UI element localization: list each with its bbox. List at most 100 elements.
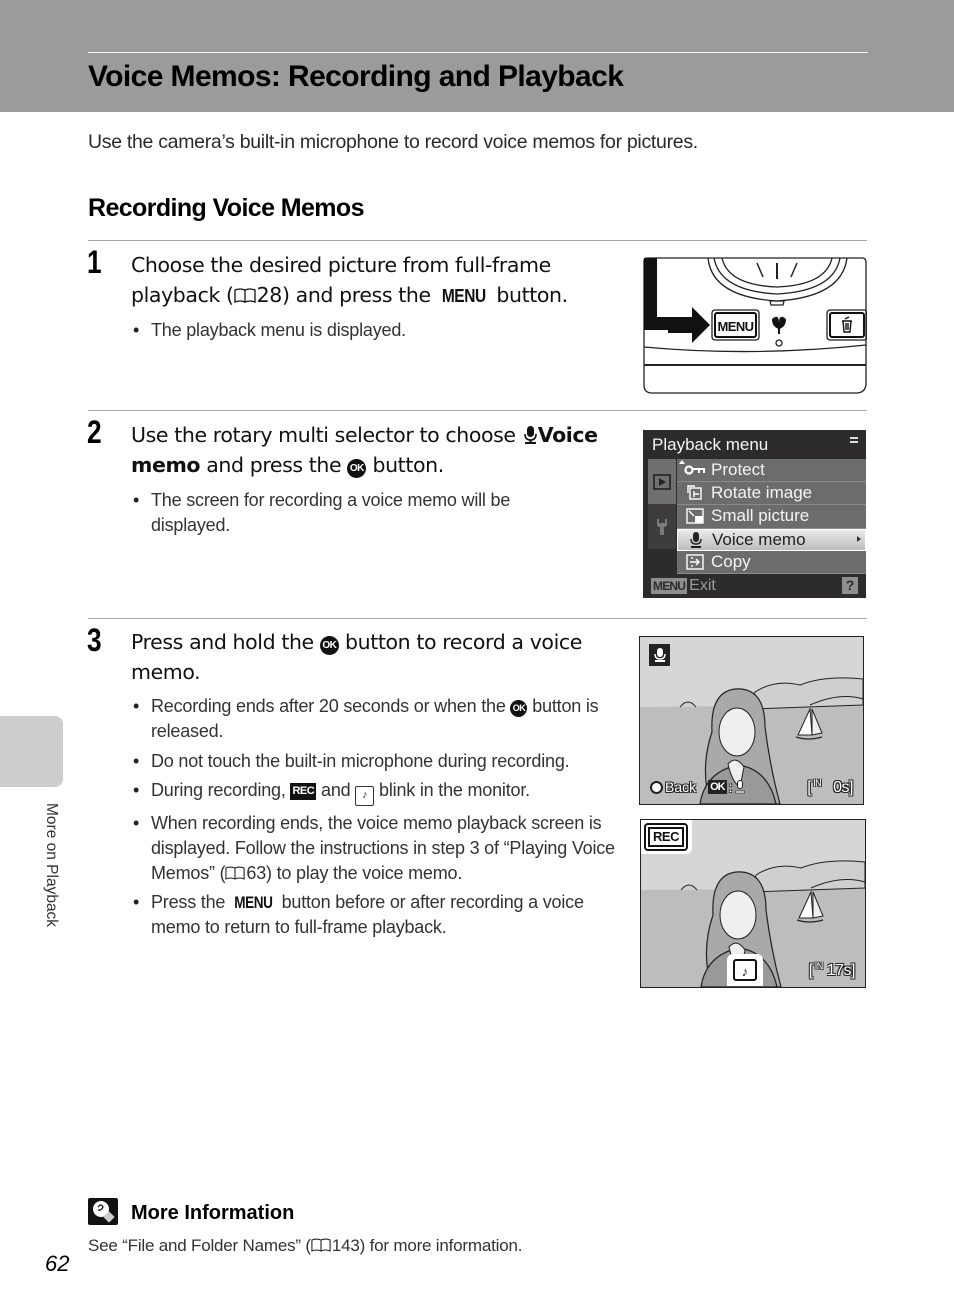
rec-label: REC <box>648 827 684 847</box>
text: and <box>316 780 356 800</box>
step-title: Use the rotary multi selector to choose … <box>131 420 631 480</box>
bullet-item: During recording, REC and ♪ blink in the… <box>131 778 621 806</box>
menu-button-glyph: MENU <box>441 285 486 306</box>
menu-key-glyph: MENU <box>651 577 688 594</box>
menu-items: Protect Rotate image Small picture Voice… <box>677 459 866 574</box>
more-info-title: More Information <box>131 1202 295 1224</box>
step-divider <box>88 240 867 241</box>
text: and press the <box>200 453 348 477</box>
text: Recording ends after 20 seconds or when … <box>151 696 511 716</box>
menu-item-rotate-image[interactable]: Rotate image <box>677 482 866 506</box>
playback-menu-screen: Playback menu Protect Rotate image Small… <box>643 430 866 598</box>
menu-item-label: Protect <box>711 460 765 480</box>
menu-item-copy[interactable]: Copy <box>677 550 866 574</box>
menu-item-protect[interactable]: Protect <box>677 459 866 483</box>
text: button. <box>490 283 568 307</box>
menu-tabs <box>648 459 676 573</box>
step-title: Choose the desired picture from full-fra… <box>131 250 631 311</box>
playback-menu-title: Playback menu <box>652 435 769 454</box>
menu-button-glyph: MENU <box>234 893 273 912</box>
voice-memo-indicator-icon: ♪ <box>355 786 375 806</box>
text: button. <box>366 453 444 477</box>
help-icon[interactable]: ? <box>842 577 858 594</box>
elapsed-time: 0s <box>833 779 850 796</box>
step-title: Press and hold the OK button to record a… <box>131 627 621 687</box>
tab-setup[interactable] <box>648 504 676 549</box>
text: Use the rotary multi selector to choose <box>131 423 522 447</box>
microphone-icon <box>734 780 745 794</box>
text: ) to play the voice memo. <box>266 862 463 883</box>
submenu-arrow-icon <box>857 535 861 542</box>
book-reference-icon <box>233 288 256 303</box>
tab-playback[interactable] <box>648 459 676 504</box>
text: ) for more information. <box>359 1236 523 1255</box>
text: Press and hold the <box>131 630 320 654</box>
rec-indicator: REC <box>641 820 692 854</box>
microphone-icon <box>682 531 710 549</box>
ok-button-glyph: OK <box>510 700 528 717</box>
bullet-item: When recording ends, the voice memo play… <box>131 811 621 886</box>
chapter-tab <box>0 716 63 787</box>
header-rule <box>88 52 868 53</box>
step-bullets: The playback menu is displayed. <box>131 318 611 348</box>
page-number: 62 <box>45 1251 70 1276</box>
microphone-indicator-icon <box>649 644 670 666</box>
more-info-icon <box>88 1198 118 1225</box>
bullet-item: Press the MENU button before or after re… <box>131 890 621 940</box>
page-reference: 28 <box>256 283 283 307</box>
step-number: 2 <box>87 414 102 450</box>
trash-button <box>829 312 865 338</box>
camera-back-illustration: MENU <box>643 257 867 394</box>
menu-item-voice-memo[interactable]: Voice memo <box>677 528 866 551</box>
menu-item-small-picture[interactable]: Small picture <box>677 505 866 529</box>
menu-item-label: Small picture <box>711 506 810 526</box>
elapsed-time: 17s <box>826 962 852 979</box>
text: Do not touch the built-in microphone dur… <box>151 750 570 771</box>
ok-key-glyph: OK <box>708 780 727 794</box>
menu-item-label: Voice memo <box>712 529 806 549</box>
bullet-item: Do not touch the built-in microphone dur… <box>131 749 621 774</box>
voice-memo-recording-screen: REC ♪ [IN 17s] <box>640 819 866 988</box>
internal-memory-label: IN <box>813 778 822 788</box>
more-info-text: See “File and Folder Names” (143) for mo… <box>88 1236 522 1256</box>
scroll-indicator-icon <box>850 437 858 444</box>
menu-item-label: Rotate image <box>711 483 813 503</box>
voice-memo-record-screen: Back OK : [IN 0s] <box>639 636 864 805</box>
step-number: 3 <box>87 622 102 658</box>
chapter-label: More on Playback <box>43 803 60 928</box>
back-hint: Back OK : <box>650 779 745 795</box>
macro-flower-icon <box>772 316 786 334</box>
internal-memory-label: IN <box>814 961 824 971</box>
page-title: Voice Memos: Recording and Playback <box>88 60 624 93</box>
ok-button-glyph: OK <box>347 459 367 478</box>
small-picture-icon <box>681 507 709 525</box>
memory-time-readout: [IN 17s] <box>808 961 856 979</box>
arrow-right-icon <box>668 307 710 343</box>
menu-button-label: MENU <box>718 319 754 334</box>
voice-memo-icon: ♪ <box>733 959 757 981</box>
ok-button-glyph: OK <box>319 636 339 655</box>
header-band <box>0 0 954 112</box>
page-reference: 143 <box>331 1236 360 1255</box>
text: blink in the monitor. <box>374 780 530 800</box>
play-icon <box>653 473 671 490</box>
step-divider <box>88 618 867 619</box>
exit-label[interactable]: Exit <box>689 577 716 595</box>
intro-text: Use the camera’s built-in microphone to … <box>88 131 698 153</box>
step-divider <box>88 410 867 411</box>
section-title: Recording Voice Memos <box>88 194 364 222</box>
step-bullets: Recording ends after 20 seconds or when … <box>131 694 621 945</box>
wrench-icon <box>657 518 667 535</box>
memory-time-readout: [IN 0s] <box>807 778 853 796</box>
multi-selector-icon <box>650 780 663 794</box>
text: ) and press the <box>281 283 437 307</box>
back-label: Back <box>665 779 697 795</box>
scroll-up-icon <box>679 460 685 464</box>
book-reference-icon <box>225 866 246 880</box>
menu-item-label: Copy <box>711 551 751 571</box>
text: Press the <box>151 892 231 912</box>
book-reference-icon <box>311 1238 331 1252</box>
rec-indicator-glyph: REC <box>290 783 317 800</box>
text: During recording, <box>151 780 291 800</box>
menu-footer: MENU Exit ? <box>643 573 866 598</box>
